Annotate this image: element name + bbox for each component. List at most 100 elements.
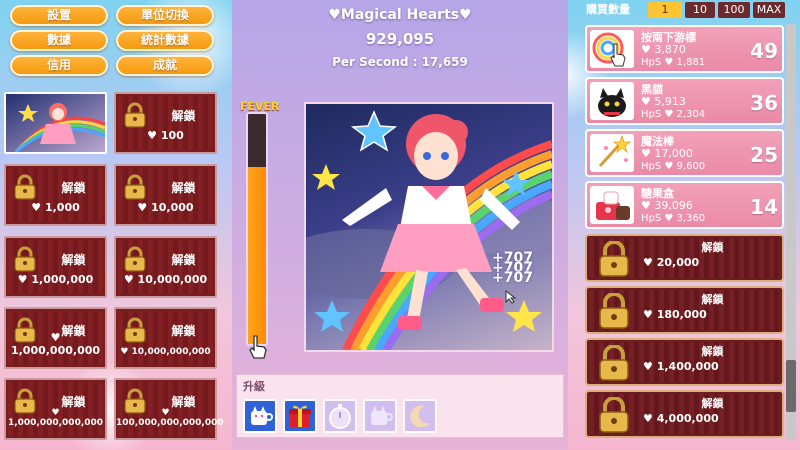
shop-item-cost-value: 3,870 xyxy=(654,43,686,56)
heart-icon: ♥ xyxy=(161,408,170,418)
shop-item-cost: ♥ 3,870 xyxy=(641,43,686,56)
upgrade-moon[interactable] xyxy=(403,399,437,433)
unit-switch-button[interactable]: 單位切換 xyxy=(116,5,214,26)
locked-cost-value: 1,000,000 xyxy=(31,273,94,286)
upgrade-cat-cup-locked[interactable] xyxy=(363,399,397,433)
locked-scene-card[interactable]: 解鎖 ♥ 100,000,000,000,000 xyxy=(114,378,224,440)
locked-cost-value: 1,400,000 xyxy=(656,360,719,373)
locked-scene-card[interactable]: 解鎖 ♥ 1,000,000,000 xyxy=(4,307,107,369)
heart-icon: ♥ xyxy=(643,308,657,321)
shop-item-cost: ♥ 39,096 xyxy=(641,199,693,212)
upgrade-gift[interactable] xyxy=(283,399,317,433)
shop-item-cost: ♥ 5,913 xyxy=(641,95,686,108)
locked-cost: ♥ 20,000 xyxy=(643,256,699,269)
locked-cost-value: 1,000,000,000 xyxy=(10,344,101,357)
cursor-arrow-icon xyxy=(505,290,517,304)
heart-icon: ♥ xyxy=(120,347,132,357)
floating-gain-text: +707 xyxy=(492,270,533,286)
locked-cost: ♥ 4,000,000 xyxy=(643,412,719,425)
locked-cost: ♥ 100,000,000,000,000 xyxy=(116,408,224,428)
locked-cost: ♥ 100 xyxy=(116,129,215,142)
locked-scene-card[interactable]: 解鎖 ♥ 1,000 xyxy=(4,164,107,226)
locked-title: 解鎖 xyxy=(171,324,196,338)
achievements-button[interactable]: 成就 xyxy=(116,55,214,76)
shop-item-black-cat[interactable]: 黑貓 ♥ 5,913 HpS ♥ 2,304 36 xyxy=(585,77,784,125)
upgrade-bar: 升級 xyxy=(236,374,564,438)
heart-icon: ♥ xyxy=(31,201,45,214)
shop-item-count: 25 xyxy=(750,143,778,167)
unlocked-scene-card[interactable] xyxy=(4,92,107,154)
padlock-icon xyxy=(122,102,148,131)
padlock-icon xyxy=(599,293,629,329)
main-click-area[interactable]: +707 +707 +707 xyxy=(304,102,554,352)
purchase-quantity-label: 購買數量 xyxy=(586,3,630,16)
heart-icon: ♥ xyxy=(137,201,152,214)
locked-cost-value: 4,000,000 xyxy=(656,412,719,425)
heart-icon: ♥ xyxy=(641,43,655,56)
heart-icon: ♥ xyxy=(147,129,161,142)
quantity-option-10[interactable]: 10 xyxy=(685,2,715,18)
heart-icon: ♥ xyxy=(51,408,60,418)
quantity-option-max[interactable]: MAX xyxy=(753,2,785,18)
data-button[interactable]: 數據 xyxy=(10,30,108,51)
locked-cost-value: 10,000,000,000 xyxy=(131,347,211,357)
shop-item-hps: HpS ♥ 9,600 xyxy=(641,161,706,172)
upgrade-pocket-watch[interactable] xyxy=(323,399,357,433)
moon-icon xyxy=(410,405,430,428)
locked-scene-card[interactable]: 解鎖 ♥ 10,000 xyxy=(114,164,217,226)
stats-button[interactable]: 統計數據 xyxy=(116,30,214,51)
shop-item-hps: HpS ♥ 3,360 xyxy=(641,213,706,224)
locked-cost: ♥ 180,000 xyxy=(643,308,707,321)
magic-wand-icon xyxy=(590,134,634,172)
locked-scene-card[interactable]: 解鎖 ♥ 100 xyxy=(114,92,217,154)
pocket-watch-icon xyxy=(329,404,351,429)
settings-button[interactable]: 設置 xyxy=(10,5,108,26)
locked-title: 解鎖 xyxy=(701,293,724,306)
locked-title: 解鎖 xyxy=(701,345,724,358)
shop-item-double-click-cursor[interactable]: 按兩下游標 ♥ 3,870 HpS ♥ 1,881 49 xyxy=(585,25,784,73)
locked-scene-card[interactable]: 解鎖 ♥ 10,000,000,000 xyxy=(114,307,217,369)
shop-locked-item[interactable]: 解鎖 ♥ 180,000 xyxy=(585,286,784,334)
locked-scene-card[interactable]: 解鎖 ♥ 1,000,000 xyxy=(4,236,107,298)
locked-title: 解鎖 xyxy=(171,253,196,267)
quantity-option-1[interactable]: 1 xyxy=(648,2,682,18)
quantity-option-100[interactable]: 100 xyxy=(718,2,750,18)
shop-item-candy-box[interactable]: 糖果盒 ♥ 39,096 HpS ♥ 3,360 14 xyxy=(585,181,784,229)
shop-item-count: 36 xyxy=(750,91,778,115)
padlock-icon xyxy=(122,174,148,203)
fever-gauge-fill xyxy=(248,166,266,344)
locked-cost-value: 1,000,000,000,000 xyxy=(7,418,104,428)
shop-scrollbar-thumb[interactable] xyxy=(786,360,796,412)
shop-scrollbar[interactable] xyxy=(786,24,796,440)
score-area: ♥Magical Hearts♥ 929,095 Per Second : 17… xyxy=(232,0,568,80)
locked-cost: ♥ 1,000 xyxy=(6,201,105,214)
shop-item-magic-wand[interactable]: 魔法棒 ♥ 17,000 HpS ♥ 9,600 25 xyxy=(585,129,784,177)
padlock-icon xyxy=(12,174,38,203)
shop-locked-item[interactable]: 解鎖 ♥ 20,000 xyxy=(585,234,784,282)
shop-item-cost-value: 5,913 xyxy=(654,95,686,108)
rainbow-cursor-icon xyxy=(590,30,634,68)
padlock-icon xyxy=(122,246,148,275)
heart-icon: ♥ xyxy=(50,331,61,344)
magical-girl-artwork-icon xyxy=(306,110,552,350)
mail-button[interactable]: 信用 xyxy=(10,55,108,76)
locked-cost: ♥ 10,000,000 xyxy=(116,273,215,286)
locked-scene-card[interactable]: 解鎖 ♥ 1,000,000,000,000 xyxy=(4,378,107,440)
upgrade-cat-cup[interactable] xyxy=(243,399,277,433)
shop-locked-item[interactable]: 解鎖 ♥ 1,400,000 xyxy=(585,338,784,386)
locked-title: 解鎖 xyxy=(61,253,86,267)
heart-icon: ♥ xyxy=(17,273,32,286)
locked-cost: ♥ 10,000,000,000 xyxy=(116,347,215,357)
locked-scene-card[interactable]: 解鎖 ♥ 10,000,000 xyxy=(114,236,217,298)
locked-cost: ♥ 1,000,000 xyxy=(6,273,105,286)
shop-item-count: 14 xyxy=(750,195,778,219)
shop-locked-item[interactable]: 解鎖 ♥ 4,000,000 xyxy=(585,390,784,438)
cat-cup-icon xyxy=(371,406,393,425)
heart-icon: ♥ xyxy=(643,360,657,373)
shop-item-cost-value: 39,096 xyxy=(654,199,693,212)
black-cat-icon xyxy=(590,82,634,120)
fever-gauge xyxy=(246,112,268,346)
cat-cup-icon xyxy=(251,406,273,425)
locked-cost-value: 10,000 xyxy=(151,201,194,214)
locked-title: 解鎖 xyxy=(701,241,724,254)
